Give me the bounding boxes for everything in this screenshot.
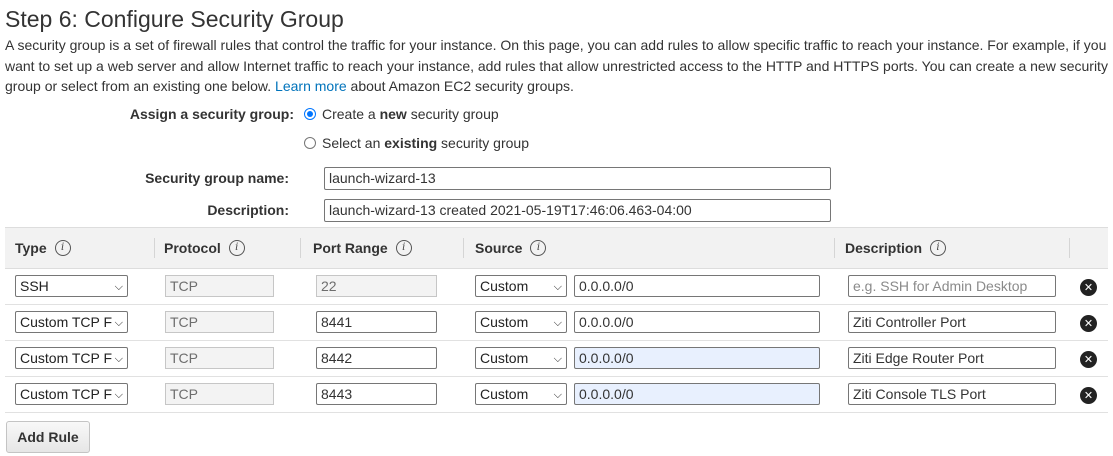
port-range-input[interactable]: 8441 [316, 311, 437, 333]
col-source-header: Source i [475, 228, 547, 268]
rule-description-input[interactable]: Ziti Edge Router Port [848, 347, 1056, 369]
rules-table-header: Type i Protocol i Port Range i Source i Desc… [5, 227, 1108, 269]
chevron-down-icon: ⌵ [553, 353, 562, 365]
protocol-field: TCP [165, 311, 274, 333]
source-cidr-input[interactable]: 0.0.0.0/0 [574, 275, 820, 297]
group-description-input[interactable]: launch-wizard-13 created 2021-05-19T17:4… [324, 199, 831, 222]
remove-rule-icon[interactable]: ✕ [1080, 279, 1097, 296]
radio-label-create: Create a new security group [322, 106, 499, 122]
remove-rule-icon[interactable]: ✕ [1080, 315, 1097, 332]
rule-description-input[interactable]: Ziti Controller Port [848, 311, 1056, 333]
type-select[interactable]: Custom TCP F ⌵ [15, 383, 128, 405]
radio-button-unchecked[interactable] [304, 137, 316, 149]
type-select[interactable]: SSH ⌵ [15, 275, 128, 297]
table-row: Custom TCP F ⌵ TCP 8441 Custom ⌵ 0.0.0.0/0… [5, 304, 1108, 341]
source-type-select[interactable]: Custom ⌵ [475, 347, 567, 369]
intro-suffix: about Amazon EC2 security groups. [350, 78, 574, 94]
radio-button-checked[interactable] [304, 108, 316, 120]
assign-group-label: Assign a security group: [129, 106, 294, 122]
table-row: Custom TCP F ⌵ TCP 8443 Custom ⌵ 0.0.0.0/0… [5, 376, 1108, 413]
chevron-down-icon: ⌵ [114, 317, 123, 329]
radio-create-new[interactable]: Create a new security group [304, 106, 499, 122]
col-port-range-header: Port Range i [313, 228, 412, 268]
protocol-field: TCP [165, 383, 274, 405]
port-range-input[interactable]: 8443 [316, 383, 437, 405]
port-range-input[interactable]: 8442 [316, 347, 437, 369]
info-icon[interactable]: i [54, 240, 71, 256]
group-name-label: Security group name: [145, 170, 289, 186]
source-type-select[interactable]: Custom ⌵ [475, 275, 567, 297]
port-range-input: 22 [316, 275, 437, 297]
protocol-field: TCP [165, 275, 274, 297]
table-row: Custom TCP F ⌵ TCP 8442 Custom ⌵ 0.0.0.0/0… [5, 340, 1108, 377]
radio-select-existing[interactable]: Select an existing security group [304, 135, 529, 151]
learn-more-link[interactable]: Learn more [275, 78, 347, 94]
chevron-down-icon: ⌵ [553, 317, 562, 329]
source-type-select[interactable]: Custom ⌵ [475, 311, 567, 333]
column-divider [154, 238, 155, 258]
column-divider [300, 238, 301, 258]
chevron-down-icon: ⌵ [114, 281, 123, 293]
source-type-select[interactable]: Custom ⌵ [475, 383, 567, 405]
col-protocol-header: Protocol i [164, 228, 245, 268]
type-select[interactable]: Custom TCP F ⌵ [15, 311, 128, 333]
remove-rule-icon[interactable]: ✕ [1080, 387, 1097, 404]
column-divider [1069, 238, 1070, 258]
chevron-down-icon: ⌵ [553, 389, 562, 401]
table-row: SSH ⌵ TCP 22 Custom ⌵ 0.0.0.0/0 e.g. SSH f… [5, 268, 1108, 305]
source-cidr-input[interactable]: 0.0.0.0/0 [574, 347, 820, 369]
chevron-down-icon: ⌵ [114, 353, 123, 365]
info-icon[interactable]: i [530, 240, 547, 256]
remove-rule-icon[interactable]: ✕ [1080, 351, 1097, 368]
source-cidr-input[interactable]: 0.0.0.0/0 [574, 383, 820, 405]
source-cidr-input[interactable]: 0.0.0.0/0 [574, 311, 820, 333]
chevron-down-icon: ⌵ [114, 389, 123, 401]
rule-description-input[interactable]: e.g. SSH for Admin Desktop [848, 275, 1056, 297]
col-type-header: Type i [15, 228, 71, 268]
chevron-down-icon: ⌵ [553, 281, 562, 293]
col-description-header: Description i [845, 228, 947, 268]
column-divider [463, 238, 464, 258]
column-divider [834, 238, 835, 258]
info-icon[interactable]: i [395, 240, 412, 256]
add-rule-button[interactable]: Add Rule [6, 421, 90, 453]
rule-description-input[interactable]: Ziti Console TLS Port [848, 383, 1056, 405]
info-icon[interactable]: i [930, 240, 947, 256]
type-select[interactable]: Custom TCP F ⌵ [15, 347, 128, 369]
radio-label-existing: Select an existing security group [322, 135, 529, 151]
info-icon[interactable]: i [228, 240, 245, 256]
group-name-input[interactable]: launch-wizard-13 [324, 167, 831, 190]
page-title: Step 6: Configure Security Group [5, 6, 344, 32]
group-description-label: Description: [207, 202, 289, 218]
protocol-field: TCP [165, 347, 274, 369]
page-intro: A security group is a set of firewall ru… [5, 35, 1111, 97]
